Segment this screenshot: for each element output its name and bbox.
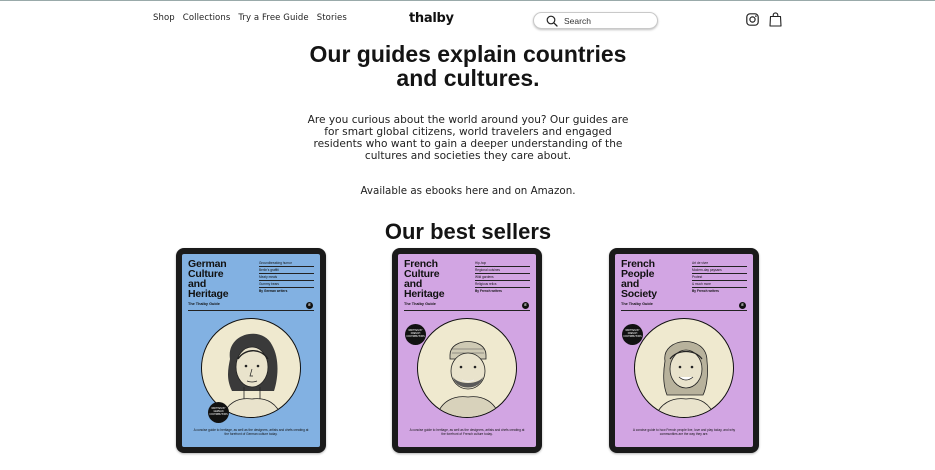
product-card-german-culture[interactable]: German Culture and Heritage Groundbreaking … [176, 248, 326, 453]
nav-shop[interactable]: Shop [153, 13, 175, 23]
series-name: The Thalby Guide [188, 302, 220, 306]
ebook-badge: E [306, 302, 313, 309]
cover-divider [404, 310, 530, 311]
book-cover: German Culture and Heritage Groundbreaking … [182, 254, 320, 447]
ebook-badge: E [522, 302, 529, 309]
cover-topics: Hip-hop Regional cuisines Wild gardens R… [475, 260, 530, 295]
instagram-icon[interactable] [746, 13, 759, 26]
search-icon [546, 15, 558, 27]
intro-paragraph: Are you curious about the world around y… [307, 114, 629, 162]
cover-title: French Culture and Heritage [404, 258, 445, 300]
contributors-seal: WRITTEN BY FRENCH CONTRIBUTORS [622, 324, 643, 345]
book-cover: French Culture and Heritage Hip-hop Regiona… [398, 254, 536, 447]
nav-try-free-guide[interactable]: Try a Free Guide [238, 13, 308, 23]
contributors-seal: WRITTEN BY FRENCH CONTRIBUTORS [405, 324, 426, 345]
ebook-badge: E [739, 302, 746, 309]
site-header: Shop Collections Try a Free Guide Storie… [0, 0, 935, 37]
availability-note: Available as ebooks here and on Amazon. [360, 185, 576, 197]
series-name: The Thalby Guide [404, 302, 436, 306]
series-name: The Thalby Guide [621, 302, 653, 306]
cover-blurb: A concise guide to how French people liv… [632, 428, 736, 436]
main-nav: Shop Collections Try a Free Guide Storie… [153, 13, 347, 23]
best-sellers-heading: Our best sellers [384, 219, 552, 244]
cover-divider [188, 310, 314, 311]
nav-stories[interactable]: Stories [317, 13, 347, 23]
shopping-bag-icon[interactable] [769, 12, 782, 27]
product-card-french-people[interactable]: French People and Society Art de vivre Mode… [609, 248, 759, 453]
cover-title: French People and Society [621, 258, 657, 300]
search-input[interactable] [564, 14, 654, 27]
cover-portrait-woman-smiling [634, 318, 734, 418]
contributors-seal: WRITTEN BY GERMAN CONTRIBUTORS [208, 402, 229, 423]
cover-topics: Groundbreaking humor Berlin's graffiti M… [259, 260, 314, 295]
book-cover: French People and Society Art de vivre Mode… [615, 254, 753, 447]
product-card-french-culture[interactable]: French Culture and Heritage Hip-hop Regiona… [392, 248, 542, 453]
page-headline: Our guides explain countries and culture… [309, 41, 627, 91]
cover-topics: Art de vivre Modern-day paysans Protest … [692, 260, 747, 295]
nav-collections[interactable]: Collections [183, 13, 231, 23]
cover-portrait-man [417, 318, 517, 418]
cover-title: German Culture and Heritage [188, 258, 229, 300]
site-logo[interactable]: thalby [409, 11, 454, 26]
search-box[interactable] [533, 12, 658, 29]
cover-blurb: A concise guide to heritage, as well as … [409, 428, 525, 436]
cover-blurb: A concise guide to heritage, as well as … [193, 428, 309, 436]
cover-divider [621, 310, 747, 311]
